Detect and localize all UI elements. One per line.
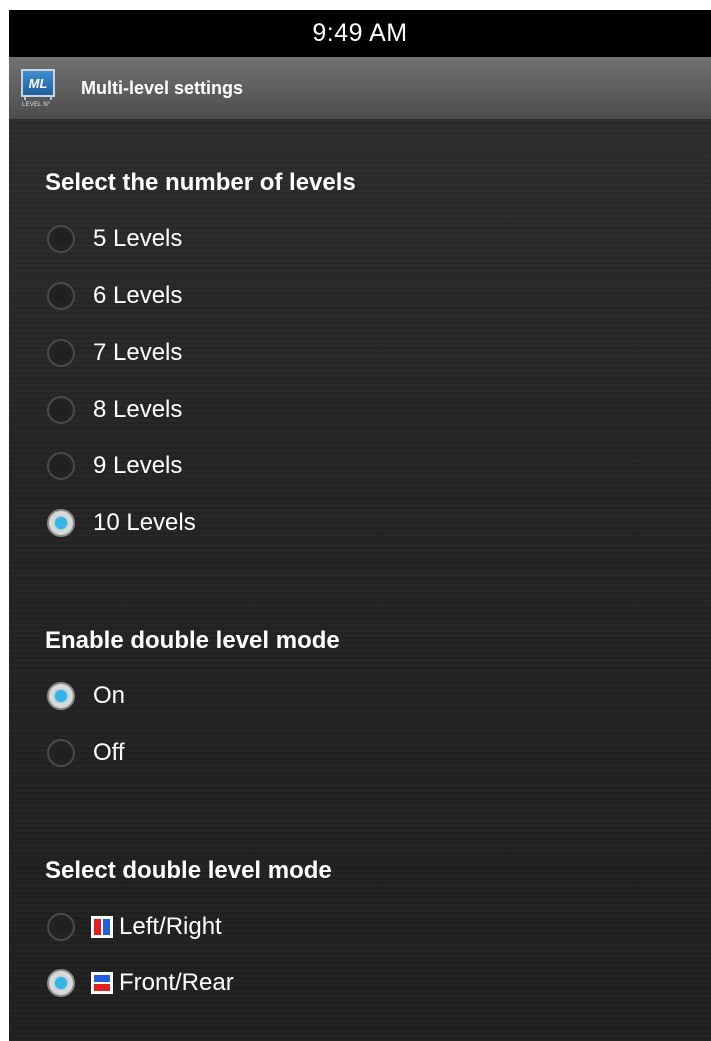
level-option-10[interactable]: 10 Levels <box>47 503 196 543</box>
left-right-split-icon <box>91 916 113 938</box>
radio-button[interactable] <box>47 739 75 767</box>
double-level-option-on[interactable]: On <box>47 676 125 716</box>
double-level-option-label: On <box>93 682 126 709</box>
status-bar: 9:49 AM <box>9 10 711 57</box>
radio-button-selected[interactable] <box>47 682 75 710</box>
double-mode-option-front-rear[interactable]: Front/Rear <box>47 963 234 1003</box>
level-option-label: 10 Levels <box>93 509 196 536</box>
right-half <box>103 919 110 935</box>
double-mode-option-label: Left/Right <box>119 913 222 940</box>
radio-button[interactable] <box>47 913 75 941</box>
level-option-label: 6 Levels <box>93 282 183 309</box>
radio-button[interactable] <box>47 225 75 253</box>
settings-content: Select the number of levels 5 Levels 6 L… <box>9 119 711 1041</box>
double-mode-option-label: Front/Rear <box>119 969 234 996</box>
double-mode-option-left-right[interactable]: Left/Right <box>47 907 222 947</box>
radio-button[interactable] <box>47 396 75 424</box>
level-option-6[interactable]: 6 Levels <box>47 276 182 316</box>
left-half <box>94 919 101 935</box>
device-screen: 9:49 AM ML LEVEL N° Multi-level settings… <box>9 10 711 1041</box>
double-mode-section-title: Select double level mode <box>45 857 332 884</box>
double-level-option-off[interactable]: Off <box>47 733 125 773</box>
app-logo-icon[interactable]: ML LEVEL N° <box>21 66 57 110</box>
radio-button-selected[interactable] <box>47 969 75 997</box>
logo-text: ML <box>28 75 48 91</box>
levels-section-title: Select the number of levels <box>45 169 356 196</box>
level-option-5[interactable]: 5 Levels <box>47 219 182 259</box>
level-option-label: 5 Levels <box>93 225 183 252</box>
front-half <box>94 975 110 982</box>
radio-button[interactable] <box>47 339 75 367</box>
logo-badge: ML <box>21 69 55 97</box>
double-level-section-title: Enable double level mode <box>45 627 340 654</box>
action-bar: ML LEVEL N° Multi-level settings <box>9 57 711 120</box>
level-option-8[interactable]: 8 Levels <box>47 390 182 430</box>
level-option-label: 9 Levels <box>93 452 183 479</box>
level-option-label: 8 Levels <box>93 396 183 423</box>
level-option-9[interactable]: 9 Levels <box>47 446 182 486</box>
radio-button[interactable] <box>47 452 75 480</box>
front-rear-split-icon <box>91 972 113 994</box>
logo-stand <box>24 97 52 100</box>
level-option-label: 7 Levels <box>93 339 183 366</box>
radio-button[interactable] <box>47 282 75 310</box>
level-option-7[interactable]: 7 Levels <box>47 333 182 373</box>
double-level-option-label: Off <box>93 739 125 766</box>
rear-half <box>94 984 110 991</box>
logo-caption: LEVEL N° <box>22 102 51 108</box>
status-time: 9:49 AM <box>312 19 408 47</box>
radio-button-selected[interactable] <box>47 509 75 537</box>
app-title: Multi-level settings <box>81 77 244 98</box>
